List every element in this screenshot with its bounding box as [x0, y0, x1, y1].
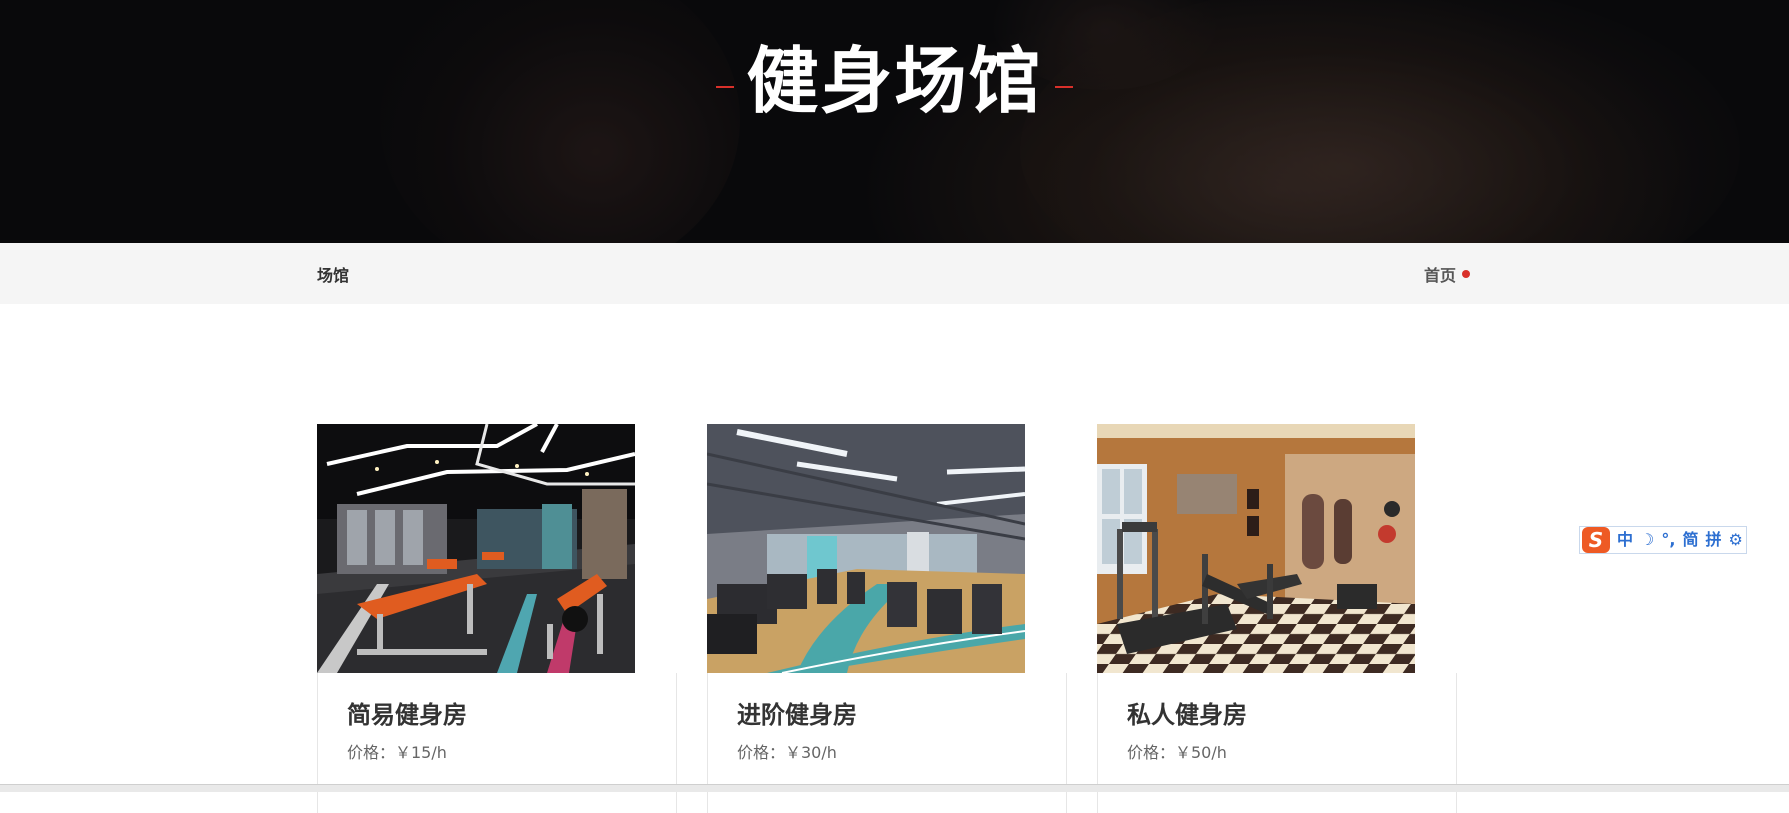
ime-punctuation-toggle[interactable]: °,	[1661, 527, 1675, 553]
breadcrumb-current: 场馆	[317, 266, 350, 285]
gym-card-image[interactable]	[707, 424, 1025, 673]
gym-card-title[interactable]: 简易健身房	[347, 695, 467, 730]
gym-card[interactable]: 私人健身房 价格：￥50/h	[1097, 424, 1457, 813]
ime-pinyin-toggle[interactable]: 拼	[1705, 527, 1721, 553]
gym-card-image[interactable]	[317, 424, 635, 673]
hero-title-wrap: 健身场馆	[0, 36, 1789, 126]
ime-toolbar[interactable]: S 中 ☽ °, 简 拼 ⚙	[1579, 526, 1747, 554]
gym-card[interactable]: 进阶健身房 价格：￥30/h	[707, 424, 1067, 813]
gym-card-price: 价格：￥50/h	[1127, 743, 1227, 762]
ime-logo-icon[interactable]: S	[1582, 527, 1610, 553]
gym-card-price: 价格：￥30/h	[737, 743, 837, 762]
gym-card-body: 私人健身房 价格：￥50/h	[1097, 673, 1457, 813]
gym-card-price: 价格：￥15/h	[347, 743, 447, 762]
hero-title-dash-left	[716, 86, 735, 88]
gym-card-title[interactable]: 私人健身房	[1127, 695, 1247, 730]
ime-moon-icon[interactable]: ☽	[1640, 527, 1654, 553]
gym-card-body: 进阶健身房 价格：￥30/h	[707, 673, 1067, 813]
ime-language-toggle[interactable]: 中	[1617, 527, 1633, 553]
gym-card-title[interactable]: 进阶健身房	[737, 695, 857, 730]
breadcrumb-dot-icon	[1462, 270, 1470, 278]
page-title: 健身场馆	[746, 39, 1043, 123]
breadcrumb-home-link[interactable]: 首页	[1424, 262, 1456, 286]
ime-simplified-toggle[interactable]: 简	[1682, 527, 1698, 553]
gym-card-body: 简易健身房 价格：￥15/h	[317, 673, 677, 813]
hero-banner: 健身场馆	[0, 0, 1789, 243]
hero-title-dash-right	[1054, 86, 1073, 88]
bottom-status-strip	[0, 784, 1789, 792]
gym-card-image[interactable]	[1097, 424, 1415, 673]
ime-settings-icon[interactable]: ⚙	[1728, 527, 1742, 553]
breadcrumb: 场馆 首页	[0, 243, 1789, 304]
gym-card[interactable]: 简易健身房 价格：￥15/h	[317, 424, 677, 813]
